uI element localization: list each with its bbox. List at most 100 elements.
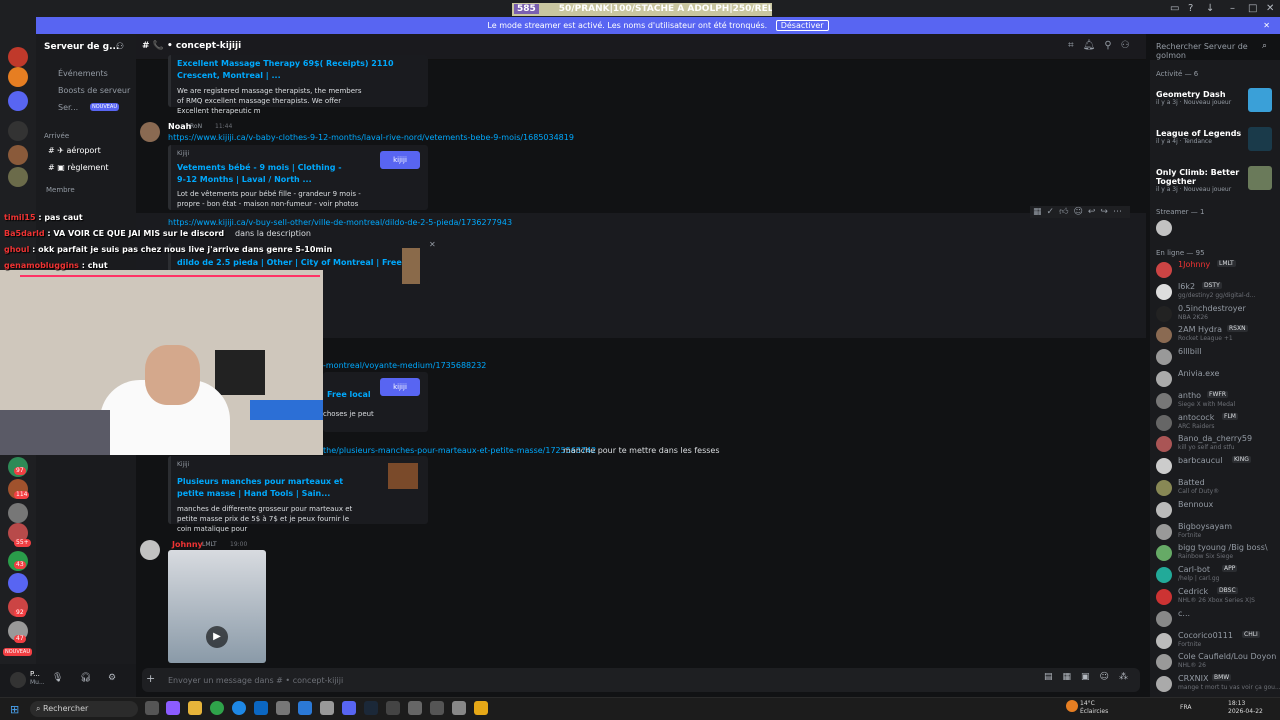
member-row[interactable]: Anivia.exe [1156, 369, 1280, 389]
app-icon[interactable] [408, 701, 422, 715]
reply-icon[interactable]: ↩ [1088, 207, 1101, 217]
settings-icon[interactable]: ⚙ [108, 673, 116, 683]
member-row[interactable]: Carl-bot/help | carl.gg APP [1156, 565, 1280, 585]
language-indicator[interactable]: FRA [1180, 704, 1191, 711]
emoji-icon[interactable]: ☺ [1073, 207, 1087, 217]
member-row[interactable]: Bennoux [1156, 500, 1280, 520]
member-row[interactable]: l6k2 gg/destiny2 gg/digital-d... DSTY [1156, 281, 1280, 302]
app-icon[interactable] [298, 701, 312, 715]
boosts-item[interactable]: Boosts de serveur [58, 86, 130, 95]
discord-icon[interactable] [342, 701, 356, 715]
server-icon[interactable] [8, 67, 28, 87]
kijiji-thumbnail[interactable]: kijiji [380, 378, 420, 396]
sticker-icon[interactable]: ▣ [1081, 672, 1100, 682]
avatar[interactable] [10, 672, 26, 688]
maximize-icon[interactable]: □ [1248, 3, 1257, 14]
server-guide-item[interactable]: Ser... [58, 103, 78, 112]
server-icon[interactable] [8, 47, 28, 67]
server-icon[interactable] [8, 503, 28, 523]
category-members[interactable]: Membre [46, 186, 75, 194]
app-icon[interactable] [166, 701, 180, 715]
events-item[interactable]: Événements [58, 69, 108, 78]
react-icon[interactable]: ▦ [1033, 207, 1047, 217]
dismiss-embed-icon[interactable]: ✕ [429, 240, 436, 249]
channel-airport[interactable]: # ✈ aéroport [48, 146, 101, 155]
server-icon[interactable] [8, 167, 28, 187]
minimize-icon[interactable]: – [1230, 3, 1235, 14]
add-attachment-icon[interactable]: + [146, 672, 155, 685]
message-input[interactable]: Envoyer un message dans # • concept-kiji… [142, 668, 1140, 692]
mic-icon[interactable]: 🎙︎ [52, 673, 63, 683]
server-icon[interactable] [8, 145, 28, 165]
avatar[interactable] [1156, 220, 1172, 236]
message-link[interactable]: -montreal/voyante-medium/1735688232 [323, 361, 486, 370]
chrome-icon[interactable] [210, 701, 224, 715]
avatar[interactable] [140, 540, 160, 560]
message-author[interactable]: Johnny [172, 540, 203, 549]
app-icon[interactable] [430, 701, 444, 715]
play-icon[interactable]: ▶ [206, 626, 228, 648]
member-row[interactable]: Cole Caufield/Lou Doyon NHL® 26 [1156, 652, 1280, 672]
member-row[interactable]: 6lllbill [1156, 347, 1280, 367]
message-link[interactable]: https://www.kijiji.ca/v-buy-sell-other/v… [168, 218, 512, 227]
member-row[interactable]: bigg tyoung /Big boss\ Rainbow Six Siege [1156, 543, 1280, 563]
member-row[interactable]: Cocorico0111 Fortnite CHLI [1156, 630, 1280, 651]
settings-icon[interactable] [276, 701, 290, 715]
embed-title[interactable]: Excellent Massage Therapy 69$( Receipts)… [171, 55, 428, 82]
app-icon[interactable] [474, 701, 488, 715]
member-row[interactable]: antocock ARC Raiders FLM [1156, 412, 1280, 433]
app-icon[interactable] [254, 701, 268, 715]
gif-icon[interactable]: ▦ [1063, 672, 1082, 682]
forward-icon[interactable]: ↪ [1100, 207, 1113, 217]
help-icon[interactable]: ? [1188, 3, 1193, 14]
app-icon[interactable] [386, 701, 400, 715]
embed-title[interactable]: Vetements bébé - 9 mois | Clothing - 9-1… [171, 159, 356, 186]
member-row[interactable]: 0.5inchdestroyer NBA 2K26 [1156, 304, 1280, 324]
member-row[interactable]: barbcaucul KING [1156, 456, 1280, 476]
add-member-icon[interactable]: ⚇ [116, 42, 124, 52]
activity-card[interactable]: League of Legends il y a 4j · Tendance [1156, 127, 1274, 151]
steam-icon[interactable] [364, 701, 378, 715]
search-input[interactable]: Rechercher Serveur de golmon [1150, 36, 1278, 60]
windows-start-icon[interactable]: ⊞ [10, 703, 19, 716]
close-icon[interactable]: ✕ [1263, 17, 1270, 34]
weather-temp[interactable]: 14°C [1080, 700, 1095, 707]
pin-icon[interactable]: ⚲ [1104, 40, 1120, 51]
message-author[interactable]: Noah [168, 122, 191, 131]
check-icon[interactable]: ✓ [1047, 207, 1060, 217]
disable-streamer-button[interactable]: Désactiver [775, 20, 829, 31]
gift-icon[interactable]: ▤ [1044, 672, 1063, 682]
clock-time[interactable]: 18:13 [1228, 700, 1245, 707]
kijiji-thumbnail[interactable]: kijiji [380, 151, 420, 169]
download-icon[interactable]: ↓ [1206, 3, 1214, 14]
bell-icon[interactable]: 🔔︎ [1083, 40, 1105, 51]
thumbs-up-icon[interactable]: 👍︎ [1059, 207, 1073, 217]
message-link[interactable]: the/plusieurs-manches-pour-marteaux-et-p… [323, 446, 596, 455]
activity-card[interactable]: Only Climb: Better Together il y a 3j · N… [1156, 166, 1274, 193]
server-icon[interactable] [8, 91, 28, 111]
server-icon[interactable] [8, 121, 28, 141]
embed-thumbnail[interactable] [402, 248, 420, 284]
embed-thumbnail[interactable] [388, 463, 418, 489]
member-row[interactable]: 2AM Hydra Rocket League +1 RSXN [1156, 325, 1280, 345]
apps-icon[interactable]: ⁂ [1119, 672, 1138, 682]
inbox-icon[interactable]: ▭ [1170, 3, 1179, 14]
member-row[interactable]: Bigboysayam Fortnite [1156, 522, 1280, 542]
member-row[interactable]: Cedrick NHL® 26 Xbox Series X|S DBSC [1156, 587, 1280, 607]
app-icon[interactable] [320, 701, 334, 715]
category-arrival[interactable]: Arrivée [44, 132, 69, 140]
activity-card[interactable]: Geometry Dash il y a 3j · Nouveau joueur [1156, 88, 1274, 112]
close-window-icon[interactable]: ✕ [1266, 3, 1274, 14]
member-row[interactable]: Bano_da_cherry59 kill yo self and stfu [1156, 434, 1280, 454]
member-row[interactable]: c... [1156, 609, 1280, 629]
file-explorer-icon[interactable] [188, 701, 202, 715]
emoji-icon[interactable]: ☺ [1100, 672, 1119, 682]
more-icon[interactable]: ⋯ [1113, 207, 1127, 217]
embed-title[interactable]: Plusieurs manches pour marteaux et petit… [171, 470, 361, 500]
channel-rules[interactable]: # ▣ règlement [48, 163, 109, 172]
member-row[interactable]: Batted Call of Duty® [1156, 478, 1280, 498]
task-view-icon[interactable] [145, 701, 159, 715]
app-icon[interactable] [452, 701, 466, 715]
edge-icon[interactable] [232, 701, 246, 715]
message-link[interactable]: https://www.kijiji.ca/v-baby-clothes-9-1… [168, 133, 574, 142]
